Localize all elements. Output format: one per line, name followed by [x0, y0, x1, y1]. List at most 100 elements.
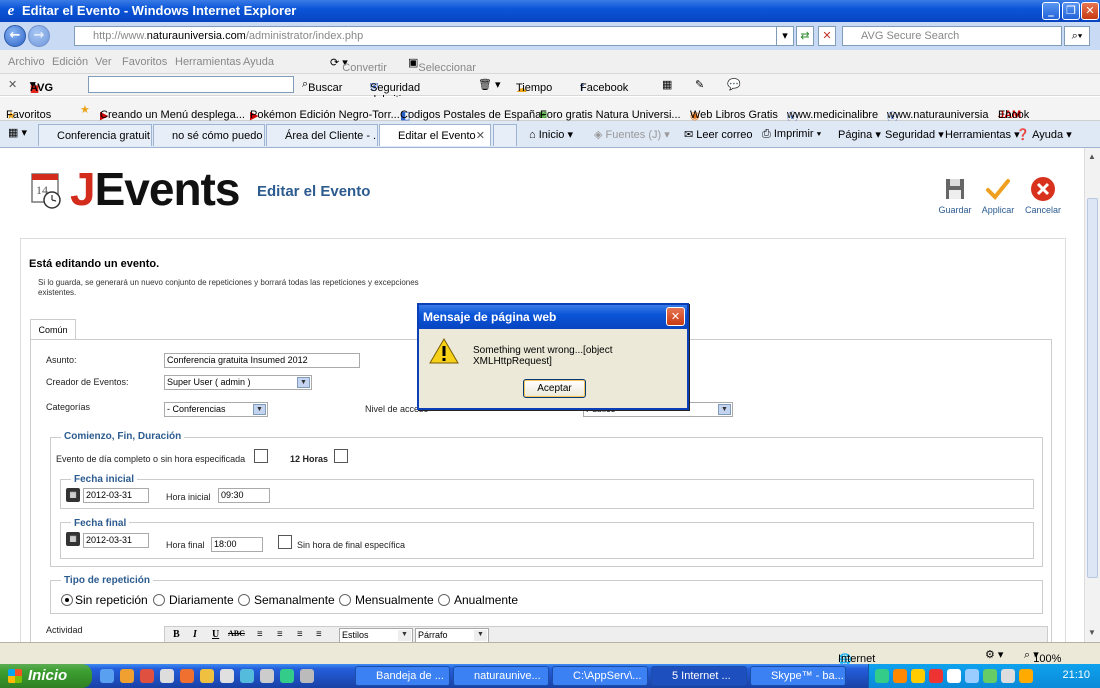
radio-anualmente[interactable]	[438, 594, 450, 606]
print-button[interactable]: ⎙ Imprimir ▾	[762, 128, 821, 141]
fecha-inicial-input[interactable]: 2012-03-31	[83, 488, 149, 503]
calendar-icon[interactable]: ▦	[66, 532, 80, 546]
hora-final-input[interactable]: 18:00	[211, 537, 263, 552]
menu-ver[interactable]: Ver	[95, 56, 112, 68]
quicklaunch-icon[interactable]	[280, 669, 294, 683]
doce-horas-checkbox[interactable]	[334, 449, 348, 463]
tab-editar-evento[interactable]: Editar el Evento ✕	[379, 124, 491, 146]
quicklaunch-icon[interactable]	[120, 669, 134, 683]
menu-edicion[interactable]: Edición	[52, 56, 88, 68]
quicklaunch-icon[interactable]	[240, 669, 254, 683]
zoom-control[interactable]: ⌕ 100% ▾	[1024, 648, 1061, 665]
feeds-button[interactable]: ◈ Fuentes (J) ▾	[594, 128, 670, 141]
quick-tabs-icon[interactable]: ▦ ▾	[8, 126, 27, 139]
align-left-icon[interactable]: ≡	[257, 629, 263, 640]
menu-archivo[interactable]: Archivo	[8, 56, 45, 68]
quicklaunch-icon[interactable]	[260, 669, 274, 683]
sin-hora-final-checkbox[interactable]	[278, 535, 292, 549]
tray-icon[interactable]	[1019, 669, 1033, 683]
task-bandeja[interactable]: Bandeja de ...	[355, 666, 450, 686]
search-go-icon[interactable]: ⌕▾	[1064, 26, 1090, 46]
page-menu[interactable]: Página ▾	[838, 128, 881, 141]
scroll-down-icon[interactable]: ▼	[1088, 628, 1096, 637]
menu-herramientas[interactable]: Herramientas	[175, 56, 241, 68]
security-menu[interactable]: Seguridad ▾	[885, 128, 944, 141]
avg-search-button[interactable]: ⌕ Buscar	[302, 78, 342, 94]
maximize-button[interactable]: ❐	[1062, 2, 1080, 20]
bold-button[interactable]: B	[173, 629, 180, 640]
menu-favoritos[interactable]: Favoritos	[122, 56, 167, 68]
read-mail-button[interactable]: ✉ Leer correo	[684, 128, 753, 141]
tools-menu[interactable]: Herramientas ▾	[945, 128, 1020, 141]
radio-semanalmente[interactable]	[238, 594, 250, 606]
scroll-thumb[interactable]	[1087, 198, 1098, 578]
dialog-ok-button[interactable]: Aceptar	[523, 379, 586, 398]
tray-icon[interactable]	[929, 669, 943, 683]
convertir-button[interactable]: ⟳ Convertir ▾	[330, 56, 387, 74]
categorias-select[interactable]: - Conferencias ▼	[164, 402, 268, 417]
tab-no-se[interactable]: no sé cómo puedo ...	[153, 124, 265, 146]
close-window-button[interactable]: ✕	[1081, 2, 1099, 20]
radio-sin-repeticion[interactable]	[61, 594, 73, 606]
avg-close-icon[interactable]: ✕	[8, 78, 17, 91]
quicklaunch-icon[interactable]	[220, 669, 234, 683]
forward-button[interactable]: →	[28, 25, 50, 47]
apply-button[interactable]: Applicar	[978, 176, 1018, 215]
avg-logo[interactable]: ◼ AVG ▾	[30, 78, 53, 95]
tray-icon[interactable]	[875, 669, 889, 683]
quicklaunch-icon[interactable]	[200, 669, 214, 683]
tab-conferencia[interactable]: Conferencia gratuit...	[38, 124, 152, 146]
ie-quicklaunch-icon[interactable]	[100, 669, 114, 683]
tab-area-cliente[interactable]: Área del Cliente - ...	[266, 124, 378, 146]
minimize-button[interactable]: _	[1042, 2, 1060, 20]
protected-mode-icon[interactable]: ⚙ ▾	[985, 648, 1003, 661]
radio-diariamente[interactable]	[153, 594, 165, 606]
allday-checkbox[interactable]	[254, 449, 268, 463]
task-appserv[interactable]: C:\AppServ\...	[552, 666, 648, 686]
calendar-icon[interactable]: ▦	[66, 488, 80, 502]
asunto-input[interactable]: Conferencia gratuita Insumed 2012	[164, 353, 360, 368]
hora-inicial-input[interactable]: 09:30	[218, 488, 270, 503]
stop-icon[interactable]: ✕	[818, 26, 836, 46]
underline-button[interactable]: U	[212, 629, 219, 640]
strikethrough-button[interactable]: ABC	[228, 629, 245, 638]
trash-icon[interactable]: 🗑 ▾	[478, 78, 501, 91]
quicklaunch-icon[interactable]	[140, 669, 154, 683]
fecha-final-input[interactable]: 2012-03-31	[83, 533, 149, 548]
align-center-icon[interactable]: ≡	[277, 629, 283, 640]
address-dropdown-button[interactable]: ▾	[776, 26, 794, 46]
vertical-scrollbar[interactable]: ▲ ▼	[1084, 148, 1100, 642]
tray-icon[interactable]	[947, 669, 961, 683]
tray-icon[interactable]	[1001, 669, 1015, 683]
close-tab-icon[interactable]: ✕	[476, 125, 485, 146]
start-button[interactable]: Inicio	[0, 664, 92, 688]
task-naturauniversia[interactable]: naturaunive...	[453, 666, 549, 686]
seleccionar-button[interactable]: ▣ Seleccionar	[408, 56, 476, 74]
scroll-up-icon[interactable]: ▲	[1088, 152, 1096, 161]
avg-search-input[interactable]	[88, 76, 294, 93]
home-button[interactable]: ⌂ Inicio ▾	[529, 128, 573, 141]
cancel-button[interactable]: Cancelar	[1023, 176, 1063, 215]
task-internet[interactable]: 5 Internet ...	[651, 666, 747, 686]
new-tab-button[interactable]	[493, 124, 517, 146]
quicklaunch-icon[interactable]	[160, 669, 174, 683]
quicklaunch-icon[interactable]	[180, 669, 194, 683]
format-select[interactable]: Párrafo ▼	[415, 628, 489, 642]
tray-icon[interactable]	[965, 669, 979, 683]
back-button[interactable]: ←	[4, 25, 26, 47]
tray-icon[interactable]	[893, 669, 907, 683]
styles-select[interactable]: Estilos ▼	[339, 628, 413, 642]
italic-button[interactable]: I	[193, 629, 197, 640]
dialog-close-button[interactable]: ✕	[666, 307, 685, 326]
notepad-icon[interactable]: ✎	[695, 78, 704, 91]
radio-mensualmente[interactable]	[339, 594, 351, 606]
tray-icon[interactable]	[983, 669, 997, 683]
quicklaunch-icon[interactable]	[300, 669, 314, 683]
refresh-icon[interactable]: ⇄	[796, 26, 814, 46]
creador-select[interactable]: Super User ( admin ) ▼	[164, 375, 312, 390]
calculator-icon[interactable]: ▦	[662, 78, 672, 91]
tab-comun[interactable]: Común	[30, 319, 76, 340]
task-skype[interactable]: Skype™ - ba...	[750, 666, 846, 686]
address-bar[interactable]: http://www.naturauniversia.com/administr…	[74, 26, 792, 46]
add-favorite-icon[interactable]: ★	[80, 103, 90, 116]
